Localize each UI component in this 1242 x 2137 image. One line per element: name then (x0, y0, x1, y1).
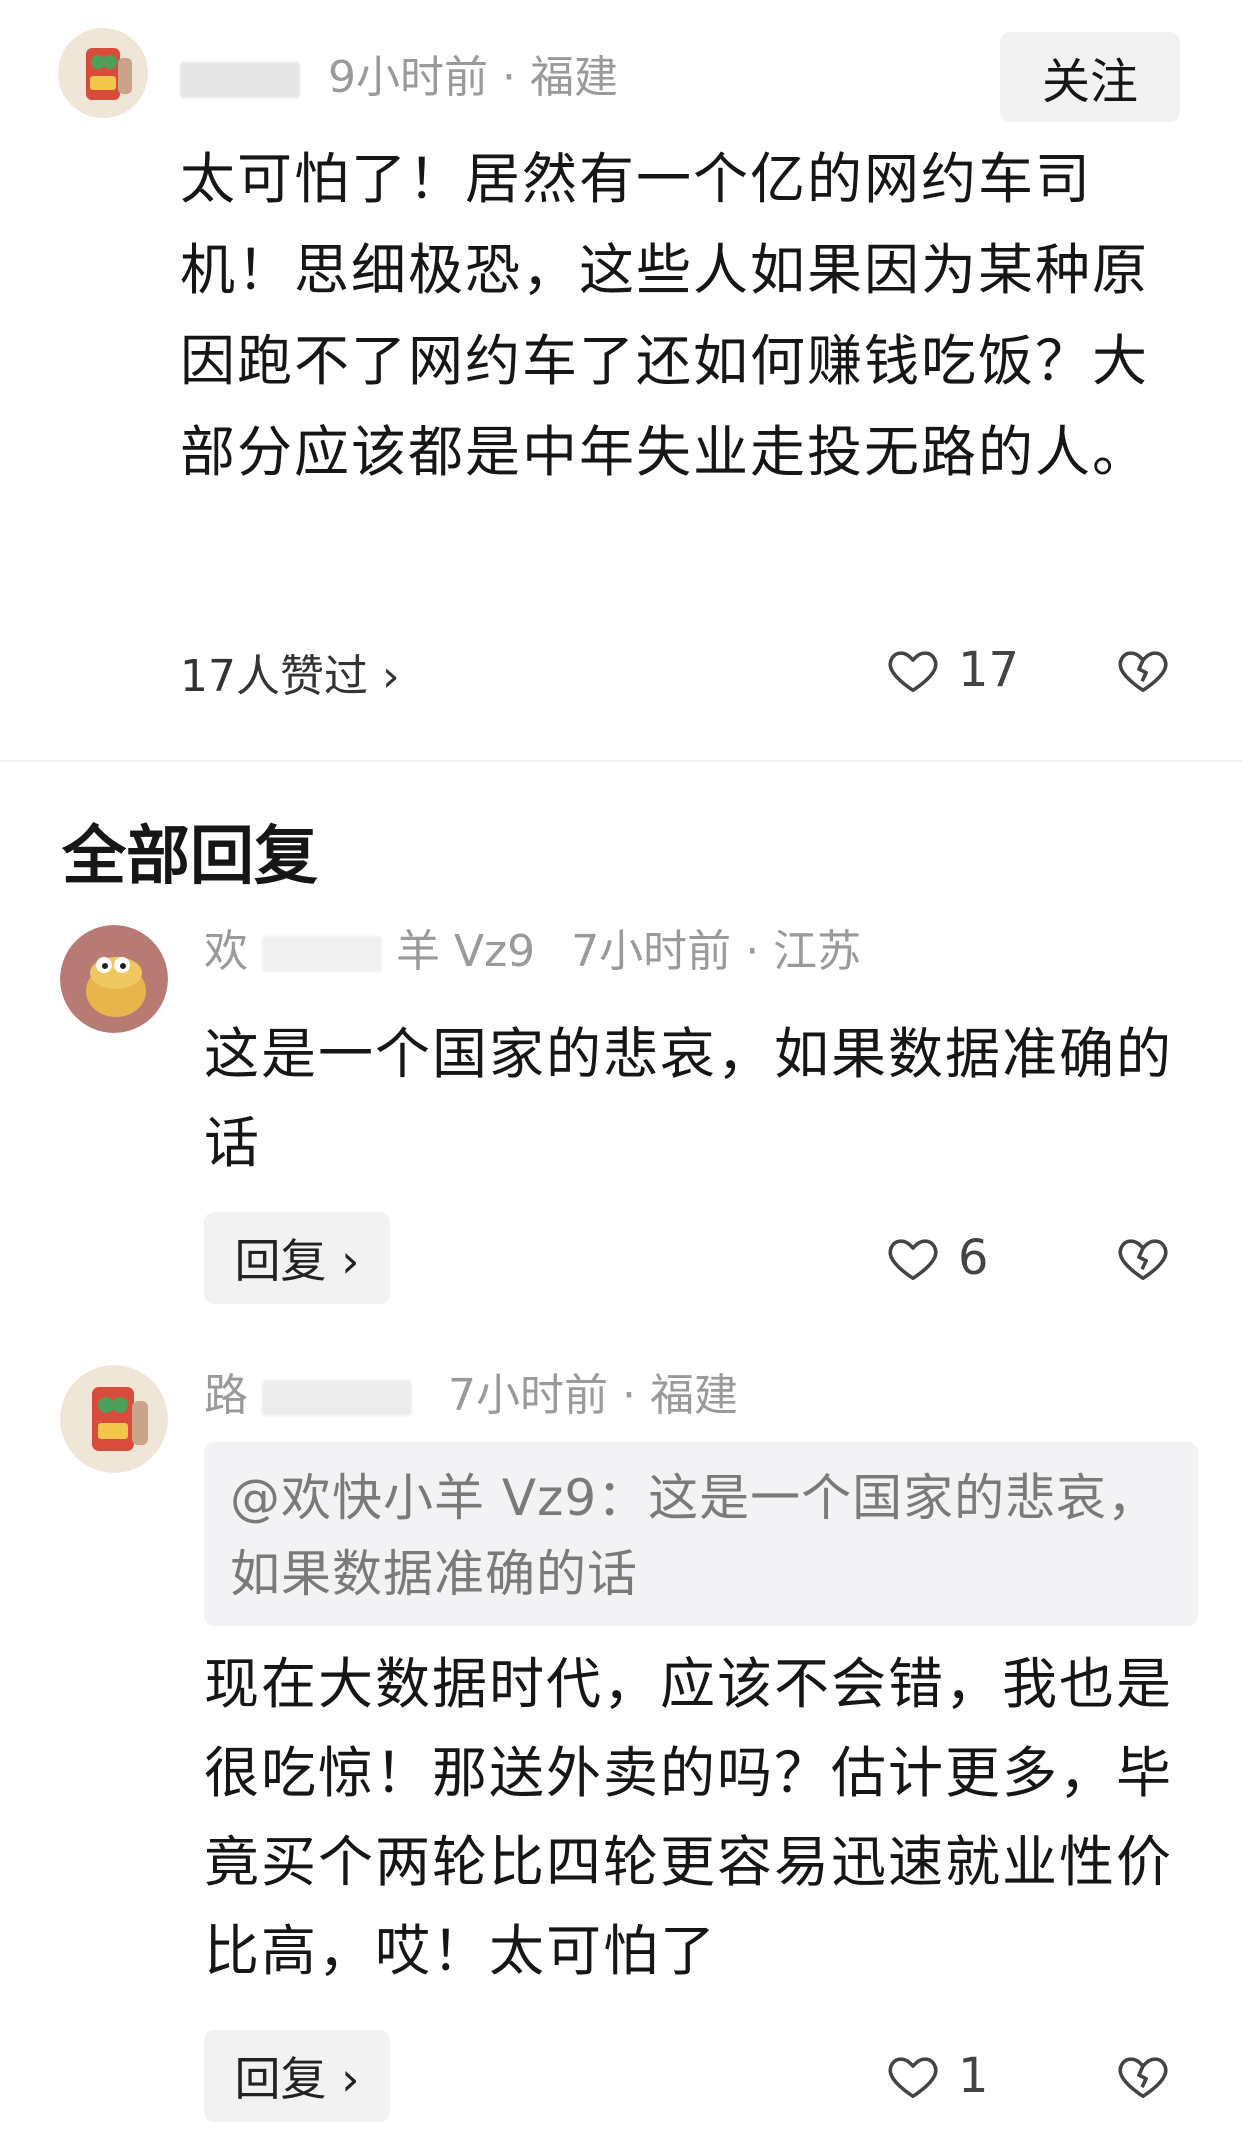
comment-time: 9小时前 (328, 52, 488, 103)
reply-text: 现在大数据时代，应该不会错，我也是很吃惊！那送外卖的吗？估计更多，毕竟买个两轮比… (204, 1652, 1174, 1983)
quoted-reply[interactable]: @欢快小羊 Vz9：这是一个国家的悲哀，如果数据准确的话 (204, 1442, 1198, 1626)
reply-location: 福建 (649, 1370, 738, 1421)
username-masked (262, 1380, 412, 1416)
like-button[interactable]: 6 (886, 1228, 989, 1288)
username-suffix[interactable]: 羊 Vz9 (396, 926, 535, 977)
username[interactable] (180, 62, 300, 98)
broken-heart-icon[interactable] (1116, 1231, 1170, 1285)
meta-separator: · (502, 52, 530, 103)
like-count: 1 (958, 2048, 989, 2104)
reply-time: 7小时前 (448, 1370, 608, 1421)
username[interactable]: 路 (204, 1370, 248, 1421)
likes-summary-link[interactable]: 17人赞过 › (180, 640, 400, 704)
avatar[interactable] (60, 1365, 168, 1473)
reply-meta: 欢 羊 Vz9 7小时前 · 江苏 (204, 930, 861, 974)
meta-separator: · (622, 1370, 650, 1421)
like-button[interactable]: 17 (886, 640, 1019, 700)
reply-button[interactable]: 回复 › (204, 1212, 390, 1304)
reply-location: 江苏 (773, 926, 862, 977)
like-button[interactable]: 1 (886, 2046, 989, 2106)
follow-button[interactable]: 关注 (1000, 32, 1180, 122)
quoted-reply-text: @欢快小羊 Vz9：这是一个国家的悲哀，如果数据准确的话 (230, 1469, 1159, 1603)
heart-icon (888, 1239, 938, 1281)
section-title: 全部回复 (62, 820, 318, 894)
broken-heart-icon[interactable] (1116, 643, 1170, 697)
username-masked (262, 936, 382, 972)
section-divider (0, 760, 1242, 762)
heart-icon (888, 2057, 938, 2099)
like-count: 6 (958, 1230, 989, 1286)
like-count: 17 (958, 642, 1020, 698)
heart-icon (888, 651, 938, 693)
meta-separator: · (745, 926, 774, 977)
avatar[interactable] (60, 925, 168, 1033)
reply-text: 这是一个国家的悲哀，如果数据准确的话 (204, 1022, 1174, 1175)
avatar[interactable] (58, 28, 148, 118)
comment-meta: 9小时前 · 福建 (180, 56, 618, 100)
reply-button[interactable]: 回复 › (204, 2030, 390, 2122)
broken-heart-icon[interactable] (1116, 2049, 1170, 2103)
reply-meta: 路 7小时前 · 福建 (204, 1374, 738, 1418)
comment-location: 福建 (529, 52, 618, 103)
reply-time: 7小时前 (571, 926, 732, 977)
username[interactable]: 欢 (204, 926, 248, 977)
comment-text: 太可怕了！居然有一个亿的网约车司机！思细极恐，这些人如果因为某种原因跑不了网约车… (180, 147, 1150, 484)
